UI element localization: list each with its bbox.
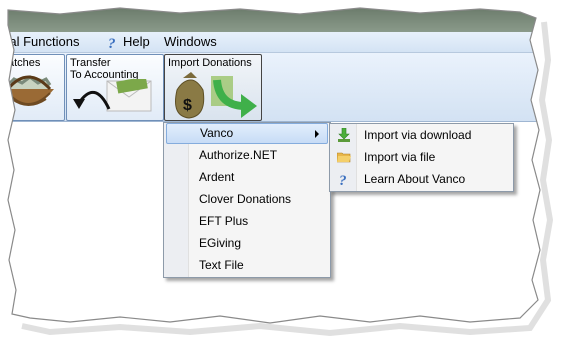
app-window: cial Functions ? Help Windows atches Tra… xyxy=(0,0,569,349)
torn-edge-frame xyxy=(0,0,569,349)
